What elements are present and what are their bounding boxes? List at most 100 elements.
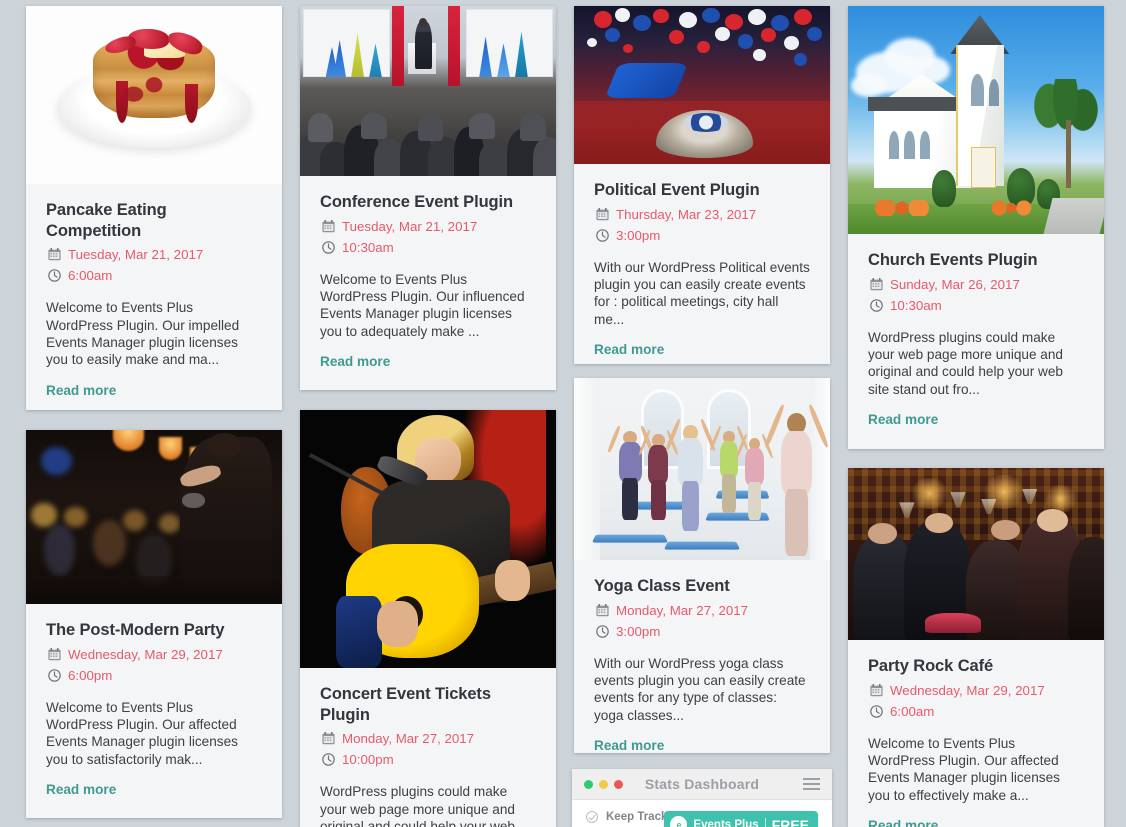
event-time: 10:00pm bbox=[342, 752, 394, 768]
photo-political-convention bbox=[574, 6, 830, 164]
events-grid-board: Pancake Eating Competition Tuesday, Mar … bbox=[0, 0, 1126, 827]
event-date-row: Monday, Mar 27, 2017 bbox=[594, 603, 810, 618]
calendar-icon bbox=[48, 248, 61, 261]
event-time-row: 3:00pm bbox=[594, 624, 810, 639]
event-thumbnail-political bbox=[574, 6, 830, 164]
calendar-icon bbox=[596, 207, 609, 221]
clock-icon bbox=[596, 228, 609, 242]
event-time-row: 6:00pm bbox=[46, 668, 262, 683]
event-date: Tuesday, Mar 21, 2017 bbox=[68, 247, 204, 263]
event-time: 3:00pm bbox=[616, 623, 661, 639]
clock-icon bbox=[48, 269, 61, 283]
event-thumbnail-concert bbox=[300, 410, 556, 668]
read-more-link[interactable]: Read more bbox=[594, 738, 664, 753]
event-time: 6:00pm bbox=[68, 667, 113, 683]
event-thumbnail-party bbox=[848, 468, 1104, 640]
event-card-body: Yoga Class Event Monday, Mar 27, 2017 3:… bbox=[574, 560, 830, 753]
balloon-cluster bbox=[574, 6, 830, 164]
read-more-link[interactable]: Read more bbox=[46, 383, 116, 398]
event-title: Conference Event Plugin bbox=[320, 193, 513, 211]
event-date-row: Wednesday, Mar 29, 2017 bbox=[46, 647, 262, 662]
event-excerpt: With our WordPress yoga class events plu… bbox=[594, 655, 806, 723]
event-date: Sunday, Mar 26, 2017 bbox=[890, 276, 1020, 292]
yoga-person bbox=[763, 403, 830, 557]
event-card-body: Party Rock Café Wednesday, Mar 29, 2017 … bbox=[848, 640, 1104, 827]
calendar-icon bbox=[870, 277, 883, 291]
events-plus-logo-icon: e bbox=[670, 816, 688, 827]
photo-conference bbox=[300, 6, 556, 176]
calendar-icon bbox=[596, 603, 609, 617]
event-time: 6:00am bbox=[890, 703, 935, 719]
event-time-row: 6:00am bbox=[46, 268, 262, 283]
event-title: Pancake Eating Competition bbox=[46, 201, 167, 240]
event-date-row: Tuesday, Mar 21, 2017 bbox=[46, 247, 262, 262]
event-card-body: The Post-Modern Party Wednesday, Mar 29,… bbox=[26, 604, 282, 818]
event-date: Monday, Mar 27, 2017 bbox=[342, 731, 475, 747]
event-card-body: Political Event Plugin Thursday, Mar 23,… bbox=[574, 164, 830, 364]
event-date: Thursday, Mar 23, 2017 bbox=[616, 206, 757, 222]
check-circle-icon bbox=[586, 811, 598, 823]
event-time: 3:00pm bbox=[616, 227, 661, 243]
badge-tier: FREE bbox=[771, 816, 809, 827]
event-card-church-events-plugin[interactable]: Church Events Plugin Sunday, Mar 26, 201… bbox=[848, 6, 1104, 449]
event-date: Tuesday, Mar 21, 2017 bbox=[342, 218, 478, 234]
read-more-link[interactable]: Read more bbox=[868, 818, 938, 827]
event-thumbnail-church bbox=[848, 6, 1104, 234]
event-time-row: 10:00pm bbox=[320, 752, 536, 767]
yoga-person bbox=[665, 418, 716, 531]
event-excerpt: Welcome to Events Plus WordPress Plugin.… bbox=[320, 271, 525, 339]
event-card-the-post-modern-party[interactable]: The Post-Modern Party Wednesday, Mar 29,… bbox=[26, 430, 282, 818]
event-time-row: 10:30am bbox=[320, 240, 536, 255]
event-excerpt: Welcome to Events Plus WordPress Plugin.… bbox=[868, 735, 1060, 803]
clock-icon bbox=[48, 668, 61, 682]
event-excerpt: Welcome to Events Plus WordPress Plugin.… bbox=[46, 699, 238, 767]
event-time: 6:00am bbox=[68, 268, 113, 284]
event-card-party-rock-cafe[interactable]: Party Rock Café Wednesday, Mar 29, 2017 … bbox=[848, 468, 1104, 827]
event-title: Political Event Plugin bbox=[594, 181, 760, 199]
calendar-icon bbox=[322, 219, 335, 233]
event-title: The Post-Modern Party bbox=[46, 621, 225, 639]
read-more-link[interactable]: Read more bbox=[868, 412, 938, 427]
clock-icon bbox=[322, 753, 335, 767]
event-card-yoga-class-event[interactable]: Yoga Class Event Monday, Mar 27, 2017 3:… bbox=[574, 378, 830, 753]
event-card-body: Concert Event Tickets Plugin Monday, Mar… bbox=[300, 668, 556, 827]
event-date-row: Tuesday, Mar 21, 2017 bbox=[320, 219, 536, 234]
event-time-row: 3:00pm bbox=[594, 228, 810, 243]
hamburger-menu-icon[interactable] bbox=[803, 778, 820, 790]
clock-icon bbox=[870, 704, 883, 718]
event-card-concert-event-tickets-plugin[interactable]: Concert Event Tickets Plugin Monday, Mar… bbox=[300, 410, 556, 827]
event-date-row: Monday, Mar 27, 2017 bbox=[320, 731, 536, 746]
stats-dashboard-window[interactable]: Stats Dashboard Keep Track of Payments V… bbox=[572, 769, 832, 827]
event-time: 10:30am bbox=[342, 239, 394, 255]
stats-dashboard-titlebar: Stats Dashboard bbox=[572, 769, 832, 800]
event-title: Church Events Plugin bbox=[868, 251, 1038, 269]
event-date: Wednesday, Mar 29, 2017 bbox=[890, 682, 1045, 698]
crowd-silhouettes bbox=[300, 77, 556, 176]
badge-divider bbox=[764, 817, 766, 827]
read-more-link[interactable]: Read more bbox=[594, 342, 664, 357]
photo-club-toast bbox=[848, 468, 1104, 640]
event-card-conference-event-plugin[interactable]: Conference Event Plugin Tuesday, Mar 21,… bbox=[300, 6, 556, 390]
read-more-link[interactable]: Read more bbox=[320, 354, 390, 369]
event-date-row: Sunday, Mar 26, 2017 bbox=[868, 277, 1084, 292]
event-card-pancake-eating-competition[interactable]: Pancake Eating Competition Tuesday, Mar … bbox=[26, 6, 282, 410]
event-date: Monday, Mar 27, 2017 bbox=[616, 602, 749, 618]
event-time: 10:30am bbox=[890, 297, 942, 313]
event-date-row: Wednesday, Mar 29, 2017 bbox=[868, 683, 1084, 698]
event-title: Concert Event Tickets Plugin bbox=[320, 685, 491, 724]
events-plus-free-badge[interactable]: e Events Plus FREE bbox=[664, 811, 818, 827]
photo-pancakes bbox=[26, 6, 282, 184]
stats-dashboard-title: Stats Dashboard bbox=[644, 776, 760, 792]
calendar-icon bbox=[322, 732, 335, 745]
event-thumbnail-conference bbox=[300, 6, 556, 176]
event-excerpt: With our WordPress Political events plug… bbox=[594, 259, 810, 327]
calendar-icon bbox=[870, 683, 883, 697]
event-thumbnail-yoga bbox=[574, 378, 830, 560]
clock-icon bbox=[322, 240, 335, 254]
event-card-body: Conference Event Plugin Tuesday, Mar 21,… bbox=[300, 176, 556, 390]
event-thumbnail-bar bbox=[26, 430, 282, 604]
read-more-link[interactable]: Read more bbox=[46, 782, 116, 797]
event-card-political-event-plugin[interactable]: Political Event Plugin Thursday, Mar 23,… bbox=[574, 6, 830, 364]
event-excerpt: WordPress plugins could make your web pa… bbox=[868, 329, 1063, 397]
photo-church bbox=[848, 6, 1104, 234]
